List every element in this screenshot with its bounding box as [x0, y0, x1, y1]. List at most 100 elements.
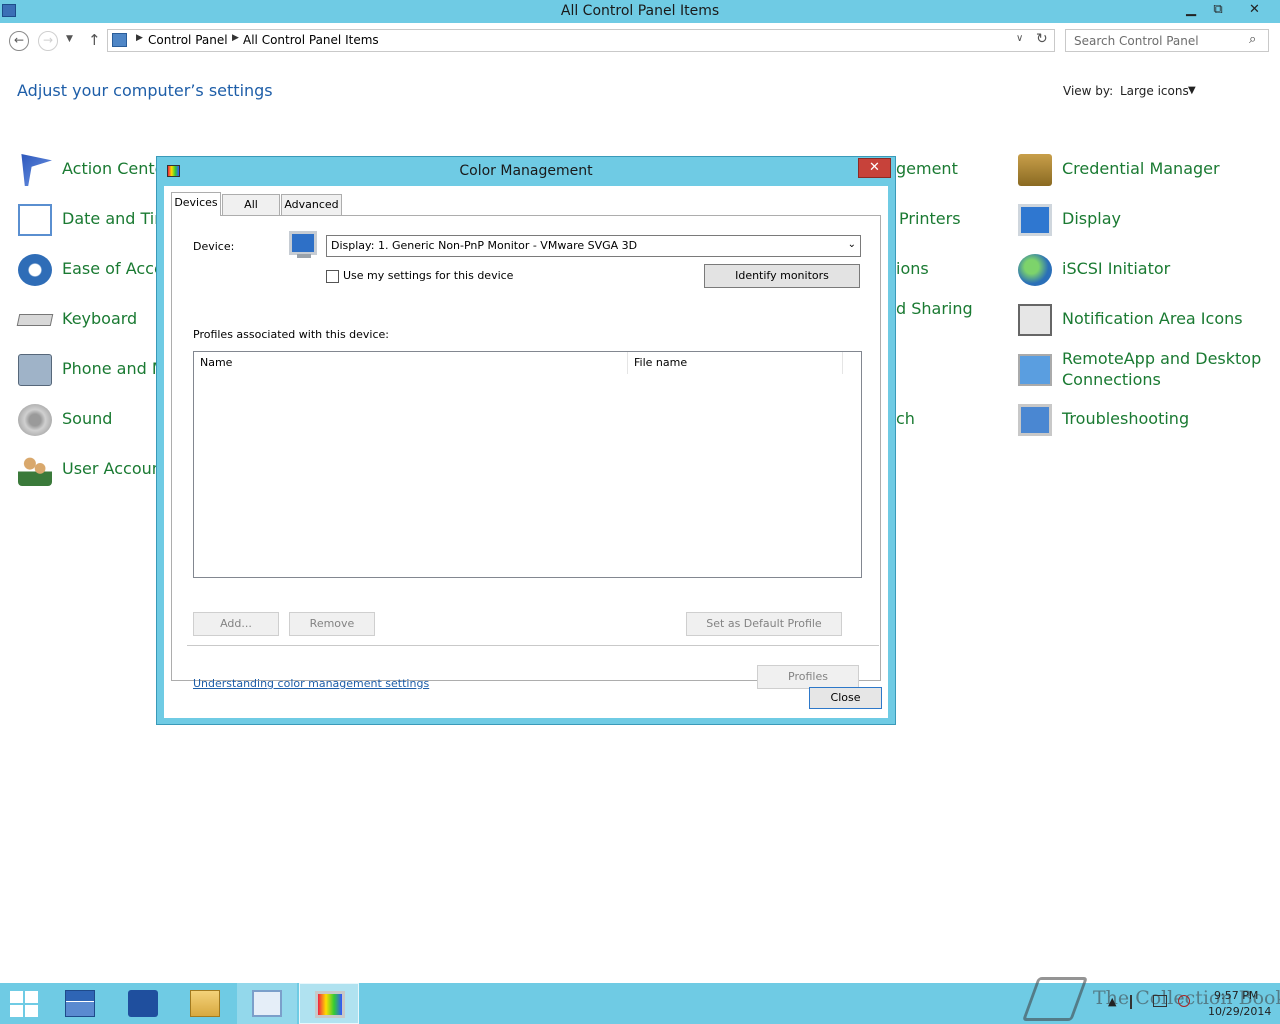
cp-item-label: Sound	[62, 409, 113, 428]
use-my-settings-label[interactable]: Use my settings for this device	[343, 269, 513, 282]
cp-item-credential-manager[interactable]: Credential Manager	[1018, 154, 1268, 194]
cp-item-label: Troubleshooting	[1062, 409, 1190, 428]
server-manager-icon	[65, 990, 95, 1017]
forward-button[interactable]: →	[38, 31, 58, 51]
add-button[interactable]: Add...	[193, 612, 279, 636]
clock-time[interactable]: 9:57 PM	[1214, 989, 1258, 1002]
restore-button[interactable]: ⧉	[1205, 0, 1231, 21]
search-icon[interactable]: ⌕	[1249, 32, 1256, 47]
cp-item-notification-area-icons[interactable]: Notification Area Icons	[1018, 304, 1268, 344]
globe-icon	[1018, 254, 1052, 286]
cp-item-label: Keyboard	[62, 309, 138, 328]
minimize-button[interactable]: ▁	[1178, 0, 1204, 21]
volume-muted-icon[interactable]	[1178, 995, 1190, 1007]
recent-locations-dropdown[interactable]: ▼	[66, 34, 73, 44]
taskbar-powershell[interactable]	[113, 983, 173, 1024]
refresh-button[interactable]: ↻	[1036, 31, 1048, 47]
vault-icon	[1018, 154, 1052, 186]
taskbar-server-manager[interactable]	[50, 983, 110, 1024]
dialog-title: Color Management	[459, 163, 593, 179]
users-icon	[18, 454, 52, 486]
devices-tab-panel: Device: Display: 1. Generic Non-PnP Moni…	[171, 215, 881, 690]
set-default-profile-button[interactable]: Set as Default Profile	[686, 612, 842, 636]
use-my-settings-checkbox[interactable]	[326, 270, 339, 283]
cp-item-label: RemoteApp and Desktop	[1062, 349, 1262, 368]
dialog-body: Devices All Profiles Advanced Device: Di…	[164, 186, 888, 718]
cp-item-user-accounts[interactable]: User Accounts	[18, 454, 177, 494]
column-header-file-name[interactable]: File name	[628, 352, 843, 374]
cp-item-ease-of-access[interactable]: Ease of Access Center	[18, 254, 239, 294]
cp-item-label: gement	[896, 159, 958, 178]
breadcrumb-all-items[interactable]: All Control Panel Items	[243, 33, 379, 47]
cp-item-iscsi-initiator[interactable]: iSCSI Initiator	[1018, 254, 1268, 294]
powershell-icon	[128, 990, 158, 1017]
clock-date[interactable]: 10/29/2014	[1208, 1005, 1271, 1018]
cp-item-sound[interactable]: Sound	[18, 404, 158, 444]
notification-area-icon	[1018, 304, 1052, 336]
control-panel-icon	[112, 33, 127, 47]
cp-item-label: Action Center	[62, 159, 172, 178]
dialog-close-button[interactable]: ✕	[858, 158, 891, 178]
cp-item-label: iSCSI Initiator	[1062, 259, 1171, 278]
troubleshooting-icon	[1018, 404, 1052, 436]
profiles-label: Profiles associated with this device:	[193, 328, 390, 341]
show-hidden-icons-button[interactable]: ▲	[1108, 995, 1116, 1008]
search-input[interactable]	[1066, 30, 1242, 51]
breadcrumb-separator[interactable]: ▶	[136, 33, 143, 43]
flag-icon	[21, 154, 52, 186]
back-button[interactable]: ←	[9, 31, 29, 51]
window-titlebar: All Control Panel Items ▁ ⧉ ✕	[0, 0, 1280, 23]
remove-button[interactable]: Remove	[289, 612, 375, 636]
breadcrumb-separator[interactable]: ▶	[232, 33, 239, 43]
page-heading: Adjust your computer’s settings	[17, 81, 273, 100]
close-button[interactable]: Close	[809, 687, 882, 709]
view-by-label: View by:	[1063, 84, 1114, 98]
breadcrumb-control-panel[interactable]: Control Panel	[148, 33, 228, 47]
taskbar: The Collection Book ▲ 9:57 PM 10/29/2014	[0, 977, 1280, 1024]
cp-item-label: Printers	[899, 209, 961, 228]
cp-item-phone-and-modem[interactable]: Phone and Modem	[18, 354, 211, 394]
cp-item-label: Connections	[1062, 370, 1161, 389]
network-icon[interactable]	[1153, 995, 1167, 1007]
view-by-dropdown[interactable]: Large icons	[1120, 84, 1189, 98]
color-management-icon	[315, 991, 345, 1018]
taskbar-control-panel[interactable]	[237, 983, 297, 1024]
up-button[interactable]: ↑	[88, 31, 101, 49]
control-panel-icon	[252, 990, 282, 1017]
tab-all-profiles[interactable]: All Profiles	[222, 194, 280, 230]
color-management-dialog: Color Management ✕ Devices All Profiles …	[156, 156, 896, 725]
calendar-clock-icon	[18, 204, 52, 236]
folder-icon	[190, 990, 220, 1017]
phone-icon	[18, 354, 52, 386]
cp-item-date-and-time[interactable]: Date and Time	[18, 204, 180, 244]
cp-item-troubleshooting[interactable]: Troubleshooting	[1018, 404, 1268, 444]
ease-of-access-icon	[18, 254, 52, 286]
device-select[interactable]: Display: 1. Generic Non-PnP Monitor - VM…	[326, 235, 861, 257]
close-window-button[interactable]: ✕	[1232, 0, 1277, 21]
action-center-flag-icon[interactable]	[1130, 995, 1142, 1009]
chevron-down-icon[interactable]: ⌄	[848, 239, 856, 250]
remote-desktop-icon	[1018, 354, 1052, 386]
display-icon	[1018, 204, 1052, 236]
cp-item-label: Notification Area Icons	[1062, 309, 1243, 328]
tab-devices[interactable]: Devices	[171, 192, 221, 216]
taskbar-color-management[interactable]	[299, 983, 359, 1024]
search-box[interactable]: ⌕	[1065, 29, 1269, 52]
address-bar[interactable]: ▶ Control Panel ▶ All Control Panel Item…	[107, 29, 1055, 52]
profiles-button[interactable]: Profiles	[757, 665, 859, 689]
address-row: ← → ▼ ↑ ▶ Control Panel ▶ All Control Pa…	[0, 23, 1280, 61]
chevron-down-icon[interactable]: ▼	[1188, 85, 1196, 96]
profiles-list[interactable]: Name File name	[193, 351, 862, 578]
taskbar-file-explorer[interactable]	[175, 983, 235, 1024]
tab-advanced[interactable]: Advanced	[281, 194, 342, 215]
cp-item-remoteapp[interactable]: RemoteApp and Desktop Connections	[1018, 344, 1268, 396]
cp-item-keyboard[interactable]: Keyboard	[16, 304, 158, 344]
device-select-value: Display: 1. Generic Non-PnP Monitor - VM…	[331, 239, 638, 252]
cp-item-display[interactable]: Display	[1018, 204, 1268, 244]
monitor-icon	[289, 231, 317, 255]
cp-item-action-center[interactable]: Action Center	[18, 154, 171, 194]
identify-monitors-button[interactable]: Identify monitors	[704, 264, 860, 288]
address-dropdown-button[interactable]: ∨	[1016, 33, 1023, 44]
help-link[interactable]: Understanding color management settings	[193, 677, 429, 690]
column-header-name[interactable]: Name	[194, 352, 628, 374]
